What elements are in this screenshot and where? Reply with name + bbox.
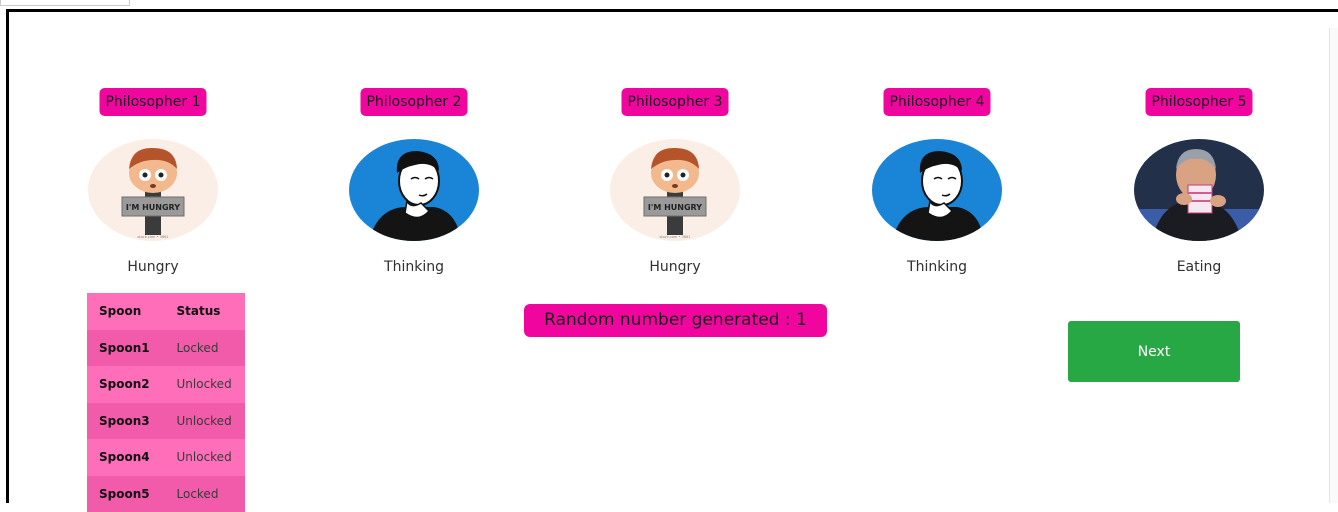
philosopher-label: Philosopher 1 <box>99 88 206 116</box>
spoon-name: Spoon4 <box>87 439 162 476</box>
philosopher-label: Philosopher 3 <box>621 88 728 116</box>
philosopher-3: Philosopher 3 I'M HUNGRY stock.com • 386… <box>595 86 755 276</box>
image-caption: stock.com • 3861 <box>659 235 690 239</box>
spoon-status: Locked <box>162 476 246 512</box>
column-header-status: Status <box>162 293 246 330</box>
scrollbar[interactable] <box>1329 28 1338 503</box>
spoon-status: Locked <box>162 330 246 367</box>
spoon-name: Spoon5 <box>87 476 162 512</box>
philosopher-state: Thinking <box>384 259 444 275</box>
table-row: Spoon2 Unlocked <box>87 366 245 403</box>
philosopher-1: Philosopher 1 I'M HUNGRY stock.com • 386… <box>73 86 233 276</box>
thinking-man-icon <box>349 139 479 241</box>
spoon-status: Unlocked <box>162 366 246 403</box>
random-number-display: Random number generated : 1 <box>524 304 827 337</box>
philosopher-label: Philosopher 2 <box>360 88 467 116</box>
spoon-status: Unlocked <box>162 403 246 440</box>
eating-man-icon <box>1134 139 1264 241</box>
column-header-spoon: Spoon <box>87 293 162 330</box>
table-row: Spoon5 Locked <box>87 476 245 512</box>
spoon-status: Unlocked <box>162 439 246 476</box>
philosopher-state: Eating <box>1177 259 1222 275</box>
spoon-name: Spoon3 <box>87 403 162 440</box>
hungry-boy-icon: I'M HUNGRY stock.com • 3861 <box>610 139 740 241</box>
philosopher-4: Philosopher 4 Thinking <box>857 86 1017 276</box>
philosopher-state: Hungry <box>127 259 178 275</box>
spoon-name: Spoon2 <box>87 366 162 403</box>
philosopher-label: Philosopher 5 <box>1145 88 1252 116</box>
next-button[interactable]: Next <box>1068 321 1240 382</box>
hungry-boy-icon: I'M HUNGRY stock.com • 3861 <box>88 139 218 241</box>
table-row: Spoon4 Unlocked <box>87 439 245 476</box>
hungry-sign-text: I'M HUNGRY <box>126 203 180 212</box>
philosopher-5: Philosopher 5 Eating <box>1119 86 1279 276</box>
spoon-name: Spoon1 <box>87 330 162 367</box>
philosopher-2: Philosopher 2 Thinking <box>334 86 494 276</box>
table-row: Spoon1 Locked <box>87 330 245 367</box>
philosopher-state: Hungry <box>649 259 700 275</box>
window-tab <box>0 0 130 6</box>
philosopher-label: Philosopher 4 <box>883 88 990 116</box>
image-caption: stock.com • 3861 <box>137 235 168 239</box>
spoon-status-table: Spoon Status Spoon1 Locked Spoon2 Unlock… <box>87 293 245 512</box>
table-row: Spoon3 Unlocked <box>87 403 245 440</box>
hungry-sign-text: I'M HUNGRY <box>648 203 702 212</box>
table-header-row: Spoon Status <box>87 293 245 330</box>
thinking-man-icon <box>872 139 1002 241</box>
philosopher-state: Thinking <box>907 259 967 275</box>
